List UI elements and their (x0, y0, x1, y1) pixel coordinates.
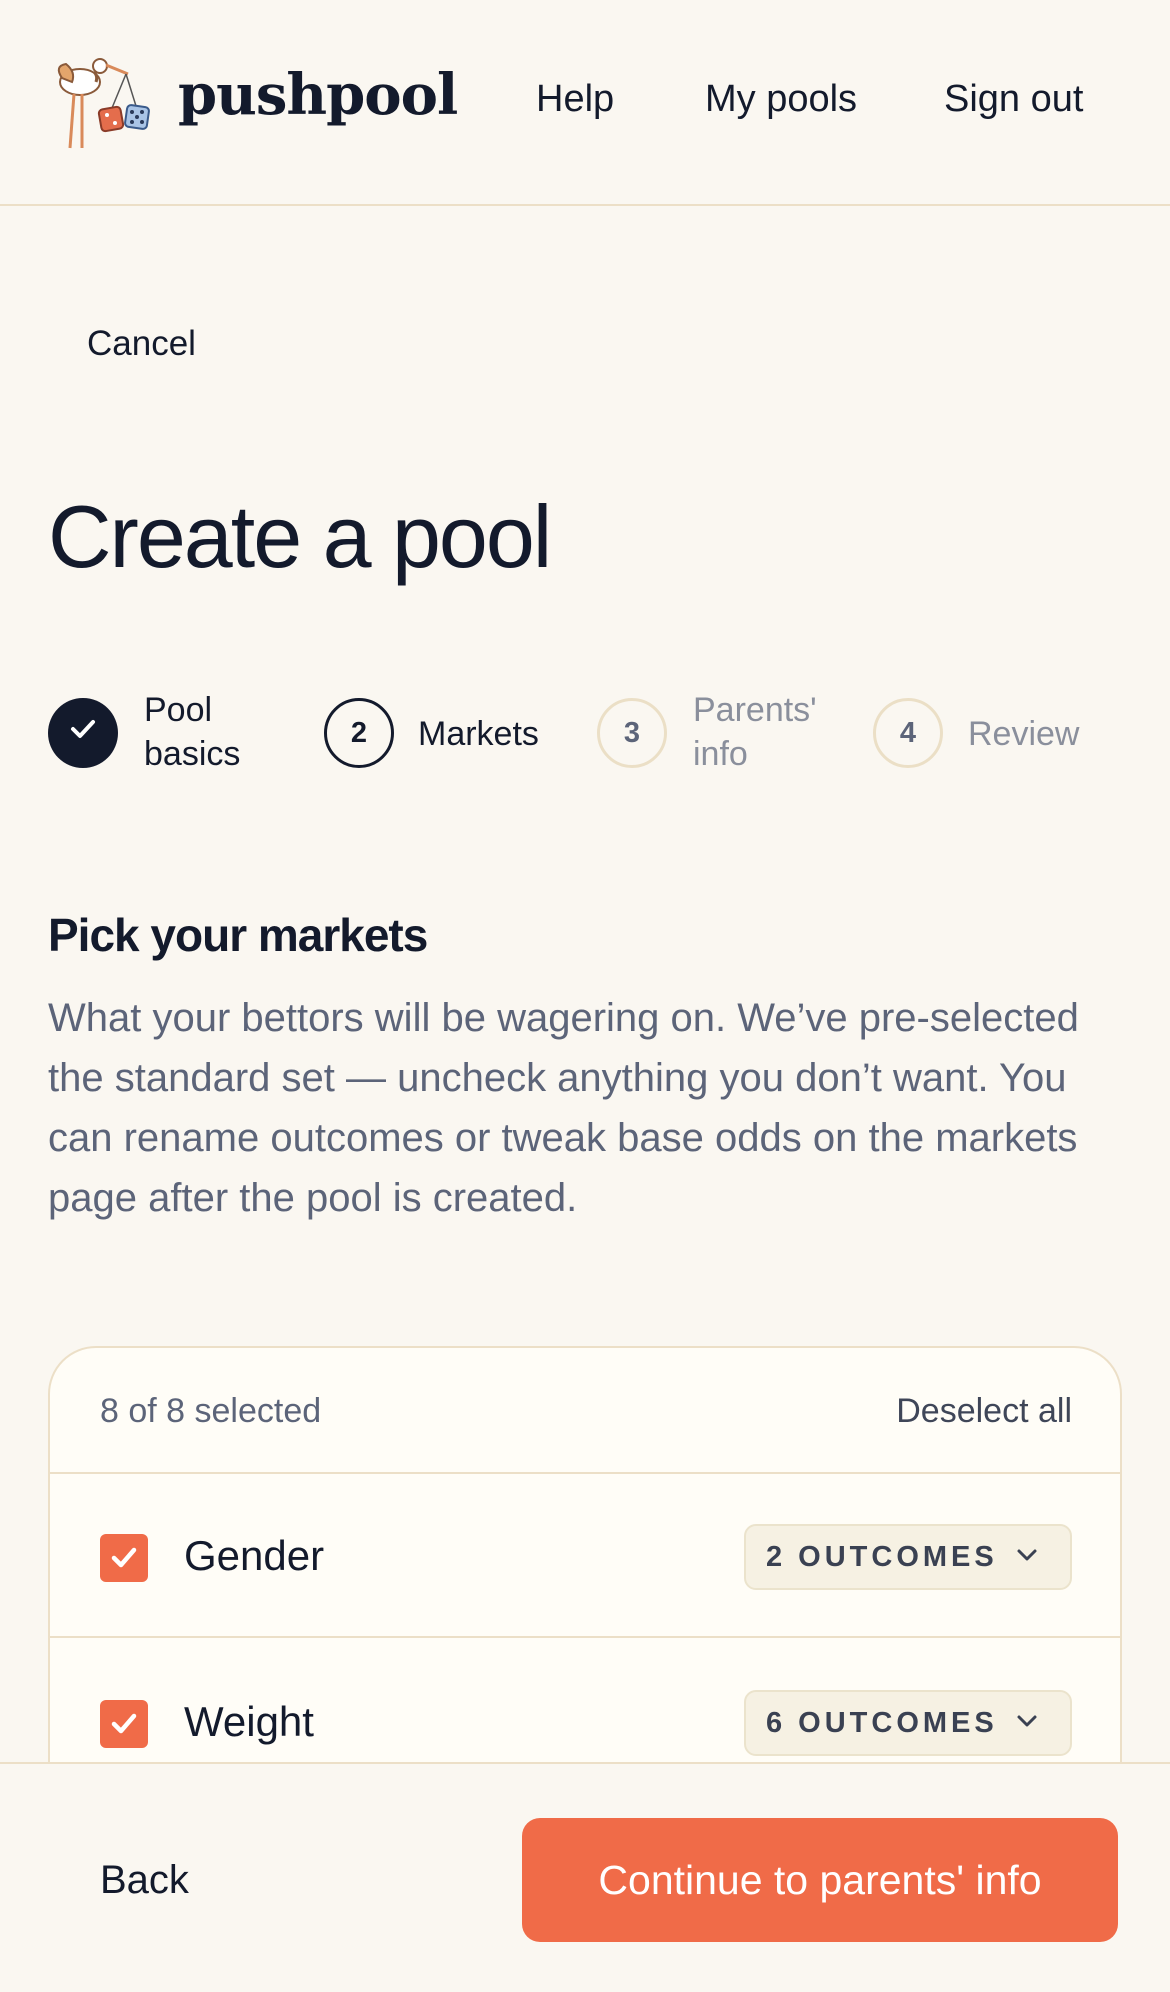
selected-count: 8 of 8 selected (100, 1392, 322, 1430)
footer-bar: Back Continue to parents' info (0, 1762, 1170, 1992)
checkmark-icon (111, 1547, 137, 1568)
nav-help-link[interactable]: Help (536, 78, 614, 121)
checkmark-icon (111, 1713, 137, 1734)
checkmark-icon (66, 712, 100, 754)
brand-name[interactable]: pushpool (178, 62, 458, 128)
step-3-indicator: 3 (597, 698, 667, 768)
top-bar: pushpool Help My pools Sign out (0, 0, 1170, 206)
section-description: What your bettors will be wagering on. W… (48, 996, 1079, 1220)
nav-my-pools-link[interactable]: My pools (705, 78, 857, 121)
section-title: Pick your markets (48, 909, 428, 961)
step-2-indicator: 2 (324, 698, 394, 768)
market-label: Gender (184, 1532, 325, 1579)
market-checkbox[interactable] (100, 1534, 148, 1582)
markets-card-header: 8 of 8 selected Deselect all (50, 1348, 1120, 1474)
step-4-indicator: 4 (873, 698, 943, 768)
continue-button[interactable]: Continue to parents' info (522, 1818, 1118, 1942)
step-2-label: Markets (418, 715, 539, 753)
chevron-down-icon (1016, 1548, 1038, 1567)
step-1-complete-indicator (48, 698, 118, 768)
outcomes-dropdown[interactable]: 2 OUTCOMES (744, 1524, 1072, 1590)
stork-logo-icon[interactable] (46, 52, 158, 152)
nav-sign-out-link[interactable]: Sign out (944, 78, 1083, 121)
outcomes-dropdown[interactable]: 6 OUTCOMES (744, 1690, 1072, 1756)
back-button[interactable]: Back (100, 1858, 189, 1903)
outcomes-count: 2 OUTCOMES (766, 1540, 998, 1573)
outcomes-count: 6 OUTCOMES (766, 1706, 998, 1739)
market-checkbox[interactable] (100, 1700, 148, 1748)
market-row: Gender 2 OUTCOMES (50, 1474, 1120, 1638)
market-label: Weight (184, 1698, 314, 1745)
step-3-label: Parents' info (693, 691, 817, 773)
cancel-link[interactable]: Cancel (87, 324, 196, 364)
page-title: Create a pool (48, 487, 552, 586)
deselect-all-button[interactable]: Deselect all (896, 1392, 1072, 1431)
chevron-down-icon (1016, 1714, 1038, 1733)
step-4-label: Review (968, 715, 1080, 753)
step-1-label: Pool basics (144, 691, 241, 773)
